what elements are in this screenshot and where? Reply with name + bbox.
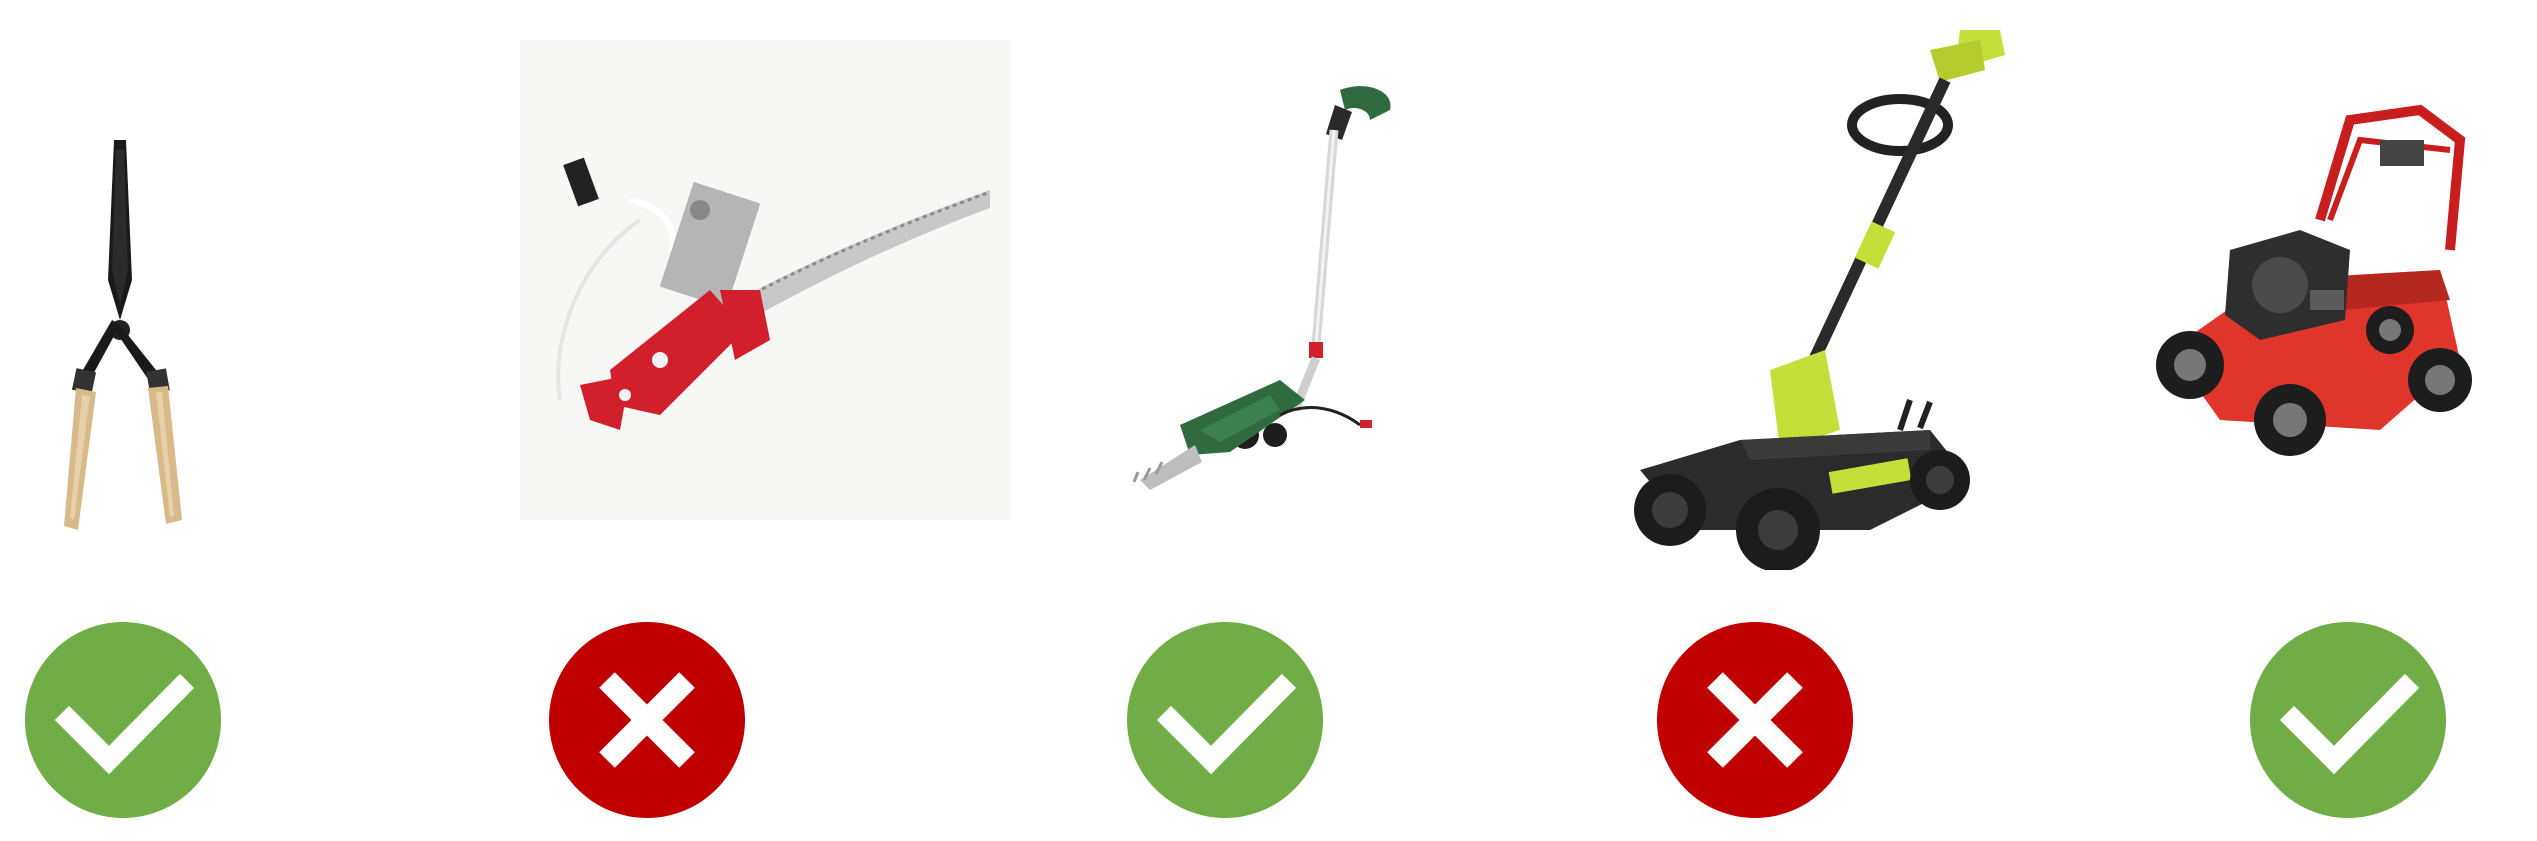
cordless-grass-shears-image	[1120, 80, 1420, 520]
pole-pruner-saw-image	[520, 40, 1010, 520]
check-icon	[2250, 622, 2446, 818]
cross-icon	[1657, 622, 1853, 818]
petrol-lawn-mower-image	[2150, 100, 2490, 500]
check-icon	[1127, 622, 1323, 818]
cross-icon	[549, 622, 745, 818]
check-icon	[25, 622, 221, 818]
hedge-shears-image	[20, 120, 220, 540]
string-trimmer-mower-image	[1600, 10, 2020, 572]
